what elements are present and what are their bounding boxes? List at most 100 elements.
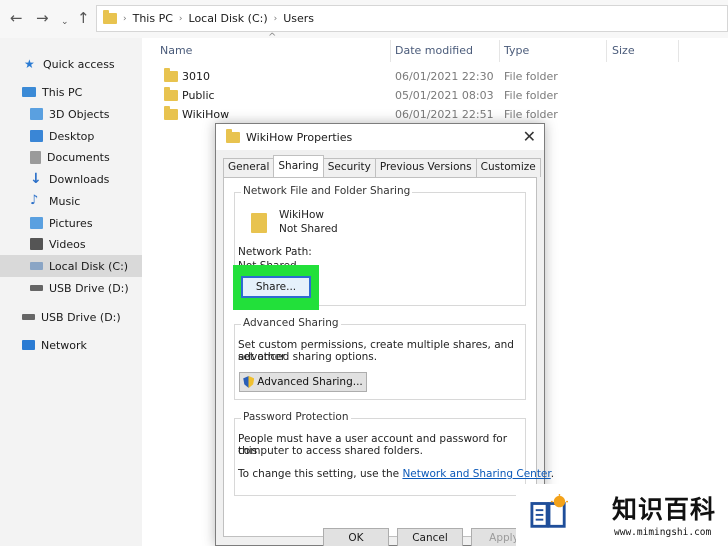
desktop-icon [30,130,43,142]
sidebar-item-this-pc[interactable]: This PC [0,81,142,103]
network-icon [22,340,35,350]
group-title: Network File and Folder Sharing [241,185,413,197]
column-header-name[interactable]: Name [160,44,192,57]
chevron-right-icon: › [273,13,278,24]
file-type: File folder [504,108,558,121]
usb-drive-icon [30,285,43,291]
group-title: Password Protection [241,411,351,423]
tab-customize[interactable]: Customize [475,158,541,177]
pictures-icon [30,217,43,229]
sort-ascending-icon: ^ [268,32,277,43]
table-row[interactable]: Public 05/01/2021 08:03 File folder [142,86,728,105]
password-description-line2: computer to access shared folders. [238,445,423,457]
sharing-tab-panel: Network File and Folder Sharing WikiHow … [223,177,554,537]
properties-dialog: WikiHow Properties ✕ General Sharing Sec… [215,123,554,546]
uac-shield-icon [243,376,255,388]
usb-drive-icon [22,314,35,320]
up-arrow-icon[interactable]: ↑ [77,9,90,27]
cube-icon [30,108,43,120]
tab-sharing[interactable]: Sharing [273,155,324,177]
column-header-type[interactable]: Type [504,44,529,57]
sidebar-item-desktop[interactable]: Desktop [0,125,142,147]
recent-chevron-icon[interactable]: ⌄ [61,13,69,31]
sidebar-item-label: This PC [42,85,83,99]
download-arrow-icon: ↓ [30,171,42,187]
navigation-pane: ★ Quick access This PC 3D Objects Deskto… [0,38,142,546]
table-row[interactable]: 3010 06/01/2021 22:30 File folder [142,67,728,86]
sidebar-item-usb-drive-root[interactable]: USB Drive (D:) [0,306,142,328]
documents-icon [30,150,41,164]
back-arrow-icon[interactable]: ← [10,9,23,27]
computer-icon [22,87,36,97]
sidebar-item-3d-objects[interactable]: 3D Objects [0,103,142,125]
tab-security[interactable]: Security [322,158,376,177]
advanced-sharing-button[interactable]: Advanced Sharing... [239,372,367,392]
file-date: 06/01/2021 22:30 [395,70,494,83]
sidebar-item-label: Local Disk (C:) [49,259,129,273]
table-row[interactable]: WikiHow 06/01/2021 22:51 File folder [142,105,728,124]
sidebar-item-local-disk[interactable]: Local Disk (C:) [0,255,142,277]
dialog-titlebar[interactable]: WikiHow Properties ✕ [216,124,544,150]
advanced-sharing-group: Advanced Sharing Set custom permissions,… [234,317,526,400]
watermark: 知识百科 www.mimingshi.com [516,484,728,546]
folder-icon [164,106,178,120]
file-date: 05/01/2021 08:03 [395,89,494,102]
sharing-status: Not Shared [279,223,338,235]
sentence-end: . [550,468,555,480]
file-date: 06/01/2021 22:51 [395,108,494,121]
sidebar-item-label: 3D Objects [49,107,110,121]
tab-previous-versions[interactable]: Previous Versions [374,158,477,177]
sidebar-item-network[interactable]: Network [0,334,142,356]
shared-folder-name: WikiHow [279,209,324,221]
cancel-button[interactable]: Cancel [397,528,463,546]
sidebar-item-label: Music [49,194,81,208]
file-name: WikiHow [182,108,230,121]
group-title: Advanced Sharing [241,317,341,329]
column-divider[interactable] [499,40,500,62]
breadcrumb-users[interactable]: Users [283,12,314,25]
sidebar-item-videos[interactable]: Videos [0,233,142,255]
sidebar-item-label: Pictures [49,216,93,230]
sidebar-item-label: Downloads [49,172,110,186]
password-protection-group: Password Protection People must have a u… [234,411,554,496]
drive-icon [30,262,43,270]
sidebar-item-music[interactable]: ♪ Music [0,190,142,212]
column-header-date[interactable]: Date modified [395,44,473,57]
folder-icon [164,87,178,101]
tab-general[interactable]: General [223,158,275,177]
sidebar-item-pictures[interactable]: Pictures [0,212,142,234]
sidebar-item-label: USB Drive (D:) [49,281,129,295]
column-divider[interactable] [606,40,607,62]
button-label: Advanced Sharing... [257,376,363,388]
ok-button[interactable]: OK [323,528,389,546]
file-name: Public [182,89,215,102]
folder-icon [164,68,178,82]
dialog-title: WikiHow Properties [246,130,353,144]
sidebar-item-quick-access[interactable]: ★ Quick access [0,53,142,75]
breadcrumb-this-pc[interactable]: This PC [133,12,173,25]
share-button[interactable]: Share... [241,276,311,298]
close-icon[interactable]: ✕ [523,127,536,146]
column-divider[interactable] [390,40,391,62]
address-bar[interactable]: › This PC › Local Disk (C:) › Users [96,5,728,32]
watermark-title: 知识百科 [612,495,717,524]
sidebar-item-label: Desktop [49,129,95,143]
sidebar-item-downloads[interactable]: ↓ Downloads [0,168,142,190]
column-header-size[interactable]: Size [612,44,635,57]
sidebar-item-label: Documents [47,150,110,164]
forward-arrow-icon[interactable]: → [36,9,49,27]
password-change-line: To change this setting, use the Network … [238,468,554,480]
folder-icon [251,213,267,233]
sidebar-item-usb-drive[interactable]: USB Drive (D:) [0,277,142,299]
sidebar-item-label: Network [41,338,87,352]
chevron-right-icon: › [123,13,127,24]
film-icon [30,238,43,250]
sidebar-item-documents[interactable]: Documents [0,146,142,168]
book-lightbulb-logo-icon [530,494,568,528]
breadcrumb-local-disk[interactable]: Local Disk (C:) [189,12,268,25]
network-sharing-center-link[interactable]: Network and Sharing Center [402,468,550,480]
column-divider[interactable] [678,40,679,62]
sidebar-item-label: USB Drive (D:) [41,310,121,324]
file-type: File folder [504,70,558,83]
network-path-label: Network Path: [238,246,312,258]
